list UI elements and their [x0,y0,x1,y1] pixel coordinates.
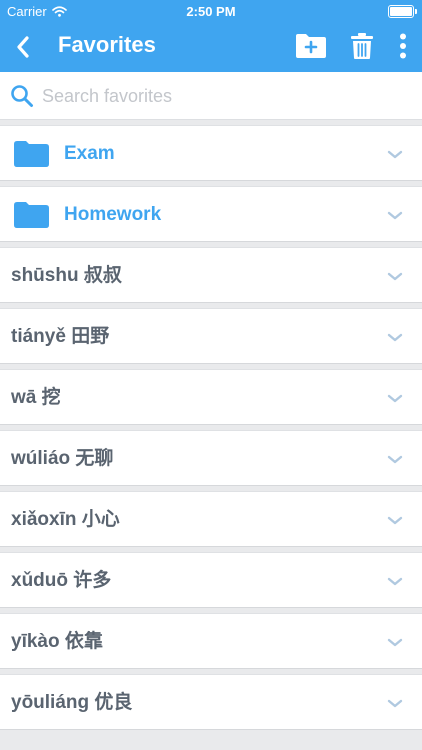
folder-label: Homework [64,204,162,225]
folder-plus-icon [296,34,326,58]
word-row[interactable]: tiányě 田野 [0,308,422,364]
folder-label: Exam [64,143,115,164]
new-folder-button[interactable] [293,28,329,64]
more-options-button[interactable] [392,28,414,64]
search-icon [11,85,33,107]
search-bar [0,72,422,120]
chevron-down-icon[interactable] [387,272,403,281]
word-row[interactable]: yīkào 依靠 [0,613,422,669]
word-row[interactable]: xǔduō 许多 [0,552,422,608]
search-input[interactable] [42,81,402,111]
navigation-bar: Favorites [0,22,422,72]
status-bar: Carrier 2:50 PM [0,0,422,22]
chevron-left-icon [17,36,29,58]
word-label: yōuliáng 优良 [11,692,133,713]
favorites-list: Exam Homework shūshu 叔叔 tiányě 田野 wā 挖 w… [0,125,422,735]
word-row[interactable]: yōuliáng 优良 [0,674,422,730]
word-label: xǔduō 许多 [11,570,112,591]
trash-icon [351,33,373,59]
word-label: yīkào 依靠 [11,631,103,652]
folder-row-homework[interactable]: Homework [0,186,422,242]
word-label: wúliáo 无聊 [11,448,114,469]
word-row[interactable]: xiǎoxīn 小心 [0,491,422,547]
word-label: wā 挖 [11,387,61,408]
page-title: Favorites [58,32,156,57]
word-label: tiányě 田野 [11,326,110,347]
chevron-down-icon[interactable] [387,333,403,342]
word-row[interactable]: shūshu 叔叔 [0,247,422,303]
more-vertical-icon [400,33,406,59]
chevron-down-icon[interactable] [387,516,403,525]
word-label: shūshu 叔叔 [11,265,122,286]
chevron-down-icon[interactable] [387,394,403,403]
chevron-down-icon[interactable] [387,150,403,159]
folder-icon [14,141,49,167]
app-bar: Carrier 2:50 PM Favorites [0,0,422,72]
word-row[interactable]: wúliáo 无聊 [0,430,422,486]
chevron-down-icon[interactable] [387,211,403,220]
folder-row-exam[interactable]: Exam [0,125,422,181]
chevron-down-icon[interactable] [387,699,403,708]
status-time: 2:50 PM [186,4,236,19]
battery-icon [388,5,417,18]
chevron-down-icon[interactable] [387,577,403,586]
word-label: xiǎoxīn 小心 [11,509,120,530]
delete-button[interactable] [347,28,377,64]
word-row[interactable]: wā 挖 [0,369,422,425]
chevron-down-icon[interactable] [387,455,403,464]
battery-level [390,7,412,16]
chevron-down-icon[interactable] [387,638,403,647]
folder-icon [14,202,49,228]
back-button[interactable] [10,30,36,64]
